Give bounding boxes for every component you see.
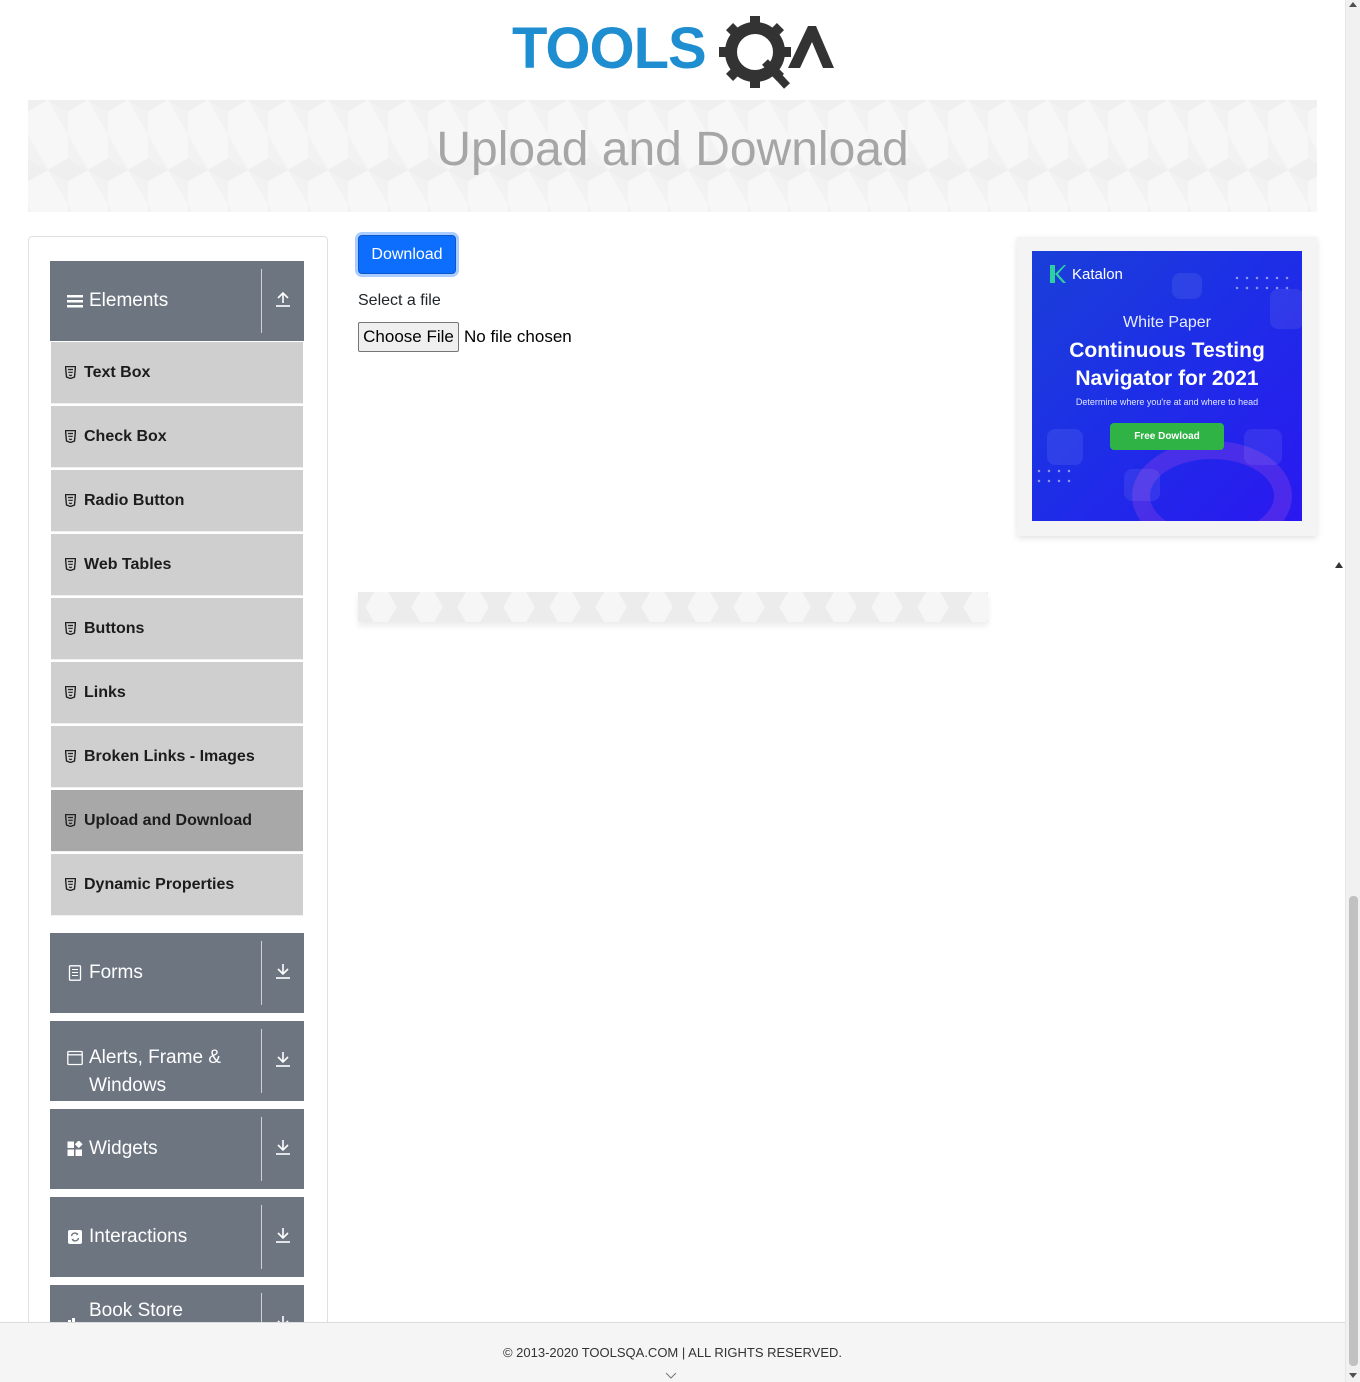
group-label: Widgets bbox=[89, 1138, 158, 1159]
scrollbar-thumb[interactable] bbox=[1349, 896, 1358, 1366]
sidebar-item-check-box[interactable]: Check Box bbox=[51, 406, 303, 468]
ad-headline: Continuous Testing Navigator for 2021 bbox=[1032, 337, 1302, 393]
scroll-up-icon[interactable] bbox=[1349, 2, 1357, 7]
page-banner: Upload and Download bbox=[28, 100, 1317, 212]
sidebar: Elements Text Box Check Box Radio Button… bbox=[28, 236, 328, 1336]
expand-toggle[interactable] bbox=[262, 1109, 304, 1189]
headline-line: Navigator for 2021 bbox=[1075, 367, 1259, 390]
refresh-square-icon bbox=[67, 1229, 83, 1245]
sidebar-item-label: Buttons bbox=[84, 619, 145, 637]
group-label: Alerts, Frame & Windows bbox=[89, 1047, 221, 1096]
katalon-logo-icon bbox=[1050, 265, 1066, 283]
html5-icon bbox=[64, 621, 77, 636]
upload-arrow-icon bbox=[275, 290, 291, 313]
html5-icon bbox=[64, 493, 77, 508]
katalon-brand: Katalon bbox=[1050, 265, 1123, 283]
group-title[interactable]: Widgets bbox=[50, 1109, 262, 1189]
choose-file-button[interactable]: Choose File bbox=[358, 322, 459, 352]
expand-toggle[interactable] bbox=[262, 1021, 304, 1101]
decorative-bubble bbox=[1047, 429, 1083, 465]
sidebar-item-dynamic-properties[interactable]: Dynamic Properties bbox=[51, 854, 303, 916]
sidebar-item-web-tables[interactable]: Web Tables bbox=[51, 534, 303, 596]
collapse-toggle[interactable] bbox=[262, 261, 304, 341]
sidebar-item-label: Radio Button bbox=[84, 491, 185, 509]
group-label: Interactions bbox=[89, 1226, 188, 1247]
html5-icon bbox=[64, 877, 77, 892]
sidebar-item-label: Upload and Download bbox=[84, 811, 252, 829]
group-title[interactable]: Elements bbox=[50, 261, 262, 341]
widgets-icon bbox=[67, 1140, 83, 1157]
free-download-button[interactable]: Free Dowload bbox=[1110, 423, 1224, 450]
html5-icon bbox=[64, 749, 77, 764]
brand-name: Katalon bbox=[1072, 265, 1123, 283]
sidebar-item-upload-and-download[interactable]: Upload and Download bbox=[51, 790, 303, 852]
html5-icon bbox=[64, 685, 77, 700]
headline-line: Continuous Testing bbox=[1069, 339, 1265, 362]
sidebar-item-label: Broken Links - Images bbox=[84, 747, 255, 765]
sidebar-item-label: Dynamic Properties bbox=[84, 875, 235, 893]
download-arrow-icon bbox=[275, 962, 291, 985]
chevron-down-icon[interactable] bbox=[665, 1367, 677, 1379]
sidebar-item-label: Web Tables bbox=[84, 555, 172, 573]
decorative-dots bbox=[1034, 466, 1074, 486]
ad-placeholder-strip bbox=[358, 592, 988, 622]
page: TOOLS Upload and Download Elements Text … bbox=[0, 0, 1345, 1382]
window-icon bbox=[67, 1050, 83, 1066]
hamburger-icon bbox=[67, 293, 83, 309]
sidebar-group-forms[interactable]: Forms bbox=[50, 933, 304, 1013]
group-title[interactable]: Interactions bbox=[50, 1197, 262, 1277]
ad-subtext: Determine where you're at and where to h… bbox=[1075, 397, 1259, 407]
expand-toggle[interactable] bbox=[262, 933, 304, 1013]
sidebar-item-radio-button[interactable]: Radio Button bbox=[51, 470, 303, 532]
html5-icon bbox=[64, 813, 77, 828]
file-upload-input[interactable]: Choose File No file chosen bbox=[358, 322, 572, 352]
logo-graphic: TOOLS bbox=[512, 16, 834, 89]
sidebar-item-buttons[interactable]: Buttons bbox=[51, 598, 303, 660]
download-arrow-icon bbox=[275, 1050, 291, 1073]
html5-icon bbox=[64, 365, 77, 380]
decorative-bubble bbox=[1244, 429, 1282, 465]
sidebar-group-widgets[interactable]: Widgets bbox=[50, 1109, 304, 1189]
select-file-label: Select a file bbox=[358, 292, 441, 309]
ad-eyebrow: White Paper bbox=[1122, 314, 1212, 331]
download-button[interactable]: Download bbox=[358, 235, 456, 274]
file-status: No file chosen bbox=[464, 327, 572, 346]
group-title[interactable]: Forms bbox=[50, 933, 262, 1013]
group-title[interactable]: Alerts, Frame & Windows bbox=[50, 1021, 262, 1101]
footer: © 2013-2020 TOOLSQA.COM | ALL RIGHTS RES… bbox=[0, 1322, 1345, 1382]
page-scrollbar[interactable] bbox=[1345, 0, 1360, 1382]
download-arrow-icon bbox=[275, 1226, 291, 1249]
download-arrow-icon bbox=[275, 1138, 291, 1161]
group-label: Elements bbox=[89, 290, 169, 311]
sidebar-item-label: Text Box bbox=[84, 363, 151, 381]
copyright-text: © 2013-2020 TOOLSQA.COM | ALL RIGHTS RES… bbox=[502, 1345, 843, 1360]
ad-container: Katalon White Paper Continuous Testing N… bbox=[1017, 237, 1317, 536]
scroll-up-arrow-icon[interactable] bbox=[1335, 562, 1343, 568]
katalon-ad[interactable]: Katalon White Paper Continuous Testing N… bbox=[1032, 251, 1302, 521]
sidebar-item-links[interactable]: Links bbox=[51, 662, 303, 724]
scroll-down-icon[interactable] bbox=[1349, 1373, 1357, 1378]
html5-icon bbox=[64, 557, 77, 572]
sidebar-item-label: Links bbox=[84, 683, 126, 701]
sidebar-item-broken-links[interactable]: Broken Links - Images bbox=[51, 726, 303, 788]
sidebar-group-interactions[interactable]: Interactions bbox=[50, 1197, 304, 1277]
sidebar-group-alerts[interactable]: Alerts, Frame & Windows bbox=[50, 1021, 304, 1101]
sidebar-group-elements[interactable]: Elements bbox=[50, 261, 304, 341]
toolsqa-logo[interactable]: TOOLS bbox=[512, 14, 836, 92]
page-title: Upload and Download bbox=[436, 123, 909, 176]
decorative-bubble bbox=[1124, 469, 1160, 501]
sidebar-item-label: Check Box bbox=[84, 427, 167, 445]
svg-text:TOOLS: TOOLS bbox=[512, 16, 706, 81]
document-icon bbox=[67, 965, 83, 981]
group-label: Forms bbox=[89, 962, 143, 983]
sidebar-item-text-box[interactable]: Text Box bbox=[51, 342, 303, 404]
expand-toggle[interactable] bbox=[262, 1197, 304, 1277]
decorative-bubble bbox=[1172, 273, 1202, 299]
html5-icon bbox=[64, 429, 77, 444]
